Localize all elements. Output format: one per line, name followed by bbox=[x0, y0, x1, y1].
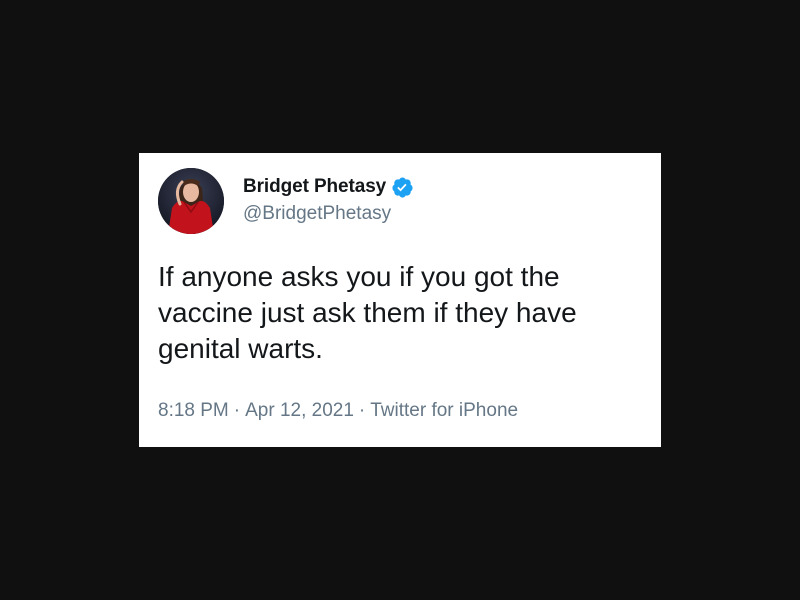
profile-photo-icon bbox=[158, 168, 224, 234]
meta-separator: · bbox=[358, 400, 366, 421]
tweet-source[interactable]: Twitter for iPhone bbox=[370, 400, 518, 421]
tweet-time[interactable]: 8:18 PM bbox=[158, 400, 229, 421]
tweet-meta: 8:18 PM · Apr 12, 2021 · Twitter for iPhone bbox=[158, 400, 518, 422]
screenshot-background: Bridget Phetasy @BridgetPhetasy If anyon… bbox=[0, 0, 800, 600]
display-name[interactable]: Bridget Phetasy bbox=[243, 176, 386, 198]
avatar[interactable] bbox=[158, 168, 224, 234]
meta-separator: · bbox=[233, 400, 241, 421]
verified-badge-icon bbox=[391, 176, 414, 199]
tweet-card[interactable]: Bridget Phetasy @BridgetPhetasy If anyon… bbox=[139, 153, 661, 447]
tweet-date[interactable]: Apr 12, 2021 bbox=[245, 400, 354, 421]
author-handle[interactable]: @BridgetPhetasy bbox=[243, 203, 391, 225]
author-name-row: Bridget Phetasy bbox=[243, 174, 414, 200]
tweet-text: If anyone asks you if you got the vaccin… bbox=[158, 261, 577, 364]
